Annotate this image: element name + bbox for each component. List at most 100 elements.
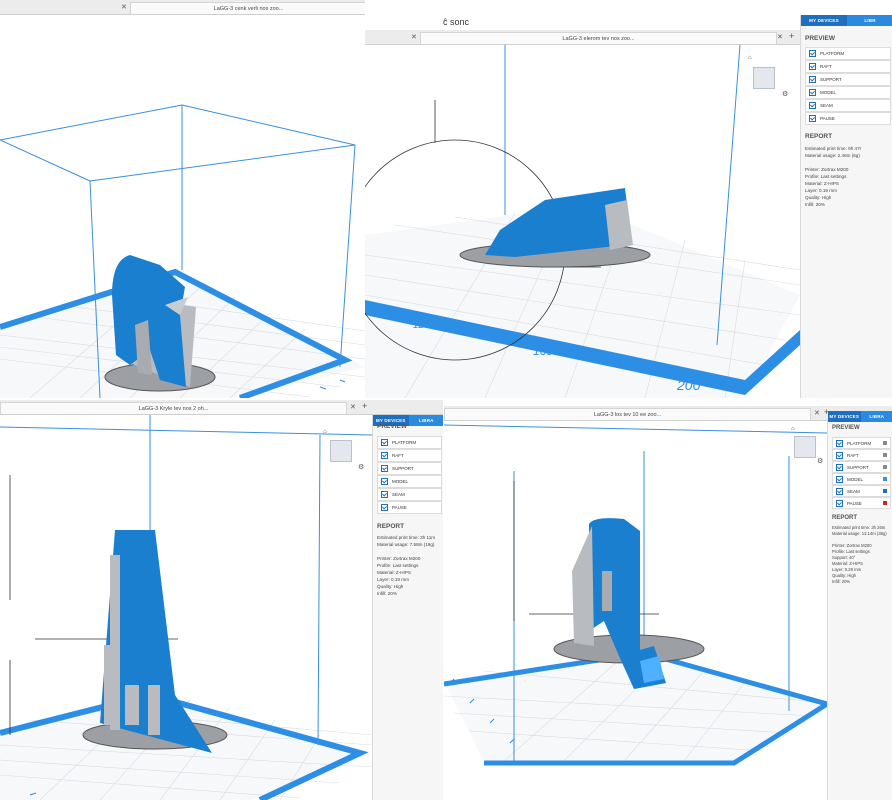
home-icon[interactable]: ⌂ — [323, 429, 327, 435]
report-line: Printer: Zortrax M200 — [377, 556, 421, 561]
checkbox-model[interactable]: MODEL — [805, 86, 891, 99]
scene — [0, 104, 365, 398]
checkbox-raft[interactable]: RAFT — [805, 60, 891, 73]
tab-bar: ✕ LaGG-3 cenk verli nos zoo... — [0, 0, 365, 15]
checkbox-icon — [836, 463, 843, 471]
tab-library[interactable]: LIBRA — [860, 411, 892, 422]
report-line: Material usage: 7.58m (19g) — [377, 542, 435, 547]
report-line: Profile: Last settings — [377, 563, 419, 568]
checkbox-support[interactable]: SUPPORT — [805, 73, 891, 86]
document-tab[interactable]: LaGG-3 Kryle tev nos 2 oh... — [0, 402, 347, 414]
checkbox-label: RAFT — [392, 453, 404, 458]
checkbox-support[interactable]: SUPPORT — [377, 462, 442, 475]
report-line: Material: Z-HIPS — [377, 570, 411, 575]
axis-label-120: 120 — [413, 320, 430, 331]
scene — [444, 424, 827, 766]
panel-bottom-right: LaGG-3 los tev 10 ee zoo... ✕ + ⌂ ⚙ MY D… — [444, 406, 892, 800]
checkbox-label: PAUSE — [820, 116, 835, 121]
add-tab-icon[interactable]: + — [362, 401, 367, 411]
view-cube[interactable] — [753, 67, 775, 89]
3d-viewport[interactable]: ⌂ ⚙ — [0, 415, 372, 800]
checkbox-label: PLATFORM — [820, 51, 845, 56]
checkbox-pause[interactable]: PAUSE — [377, 501, 442, 514]
side-panel: MY DEVICES LIBRA PREVIEW PLATFORM RAFT S… — [372, 415, 443, 800]
checkbox-seam[interactable]: SEAM — [377, 488, 442, 501]
view-cube[interactable] — [794, 436, 816, 458]
checkbox-label: SUPPORT — [820, 77, 842, 82]
report-line: Quality: High — [805, 195, 832, 200]
support-column — [602, 571, 612, 611]
report-lines: Estimated print time: 3h 26m Material us… — [832, 525, 891, 585]
document-tab[interactable]: LaGG-3 los tev 10 ee zoo... — [444, 408, 811, 420]
close-icon[interactable]: ✕ — [121, 3, 127, 11]
checkbox-label: MODEL — [820, 90, 837, 95]
side-tabs: MY DEVICES LIBR — [801, 15, 892, 26]
checkbox-pause[interactable]: PAUSE — [832, 497, 891, 509]
gear-icon[interactable]: ⚙ — [817, 457, 823, 465]
tab-my-devices[interactable]: MY DEVICES — [801, 15, 847, 26]
checkbox-label: RAFT — [847, 452, 859, 458]
checkbox-icon — [836, 487, 843, 495]
checkbox-raft[interactable]: RAFT — [377, 449, 442, 462]
checkbox-label: RAFT — [820, 64, 832, 69]
support-structure — [572, 526, 594, 646]
checkbox-platform[interactable]: PLATFORM — [805, 47, 891, 60]
checkbox-label: PLATFORM — [847, 440, 872, 446]
report-line: Layer: 0.19 mm — [805, 188, 837, 193]
report-line — [805, 159, 891, 166]
gear-icon[interactable]: ⚙ — [782, 90, 788, 98]
3d-viewport[interactable]: 120 160 200 ⌂ ⚙ — [365, 45, 800, 398]
checkbox-label: SEAM — [392, 492, 405, 497]
checkbox-support[interactable]: SUPPORT — [832, 461, 891, 473]
panel-top-right: ĉ sonc ✕ LaGG-3 elerom tev nos zoo... ✕ … — [365, 0, 892, 398]
tab-library[interactable]: LIBR — [847, 15, 892, 26]
checkbox-icon — [381, 452, 388, 459]
checkbox-icon — [381, 439, 388, 446]
checkbox-icon — [809, 102, 816, 109]
color-swatch — [883, 501, 887, 505]
document-tab[interactable]: LaGG-3 elerom tev nos zoo... — [420, 32, 777, 44]
view-cube[interactable] — [330, 440, 352, 462]
checkbox-icon — [381, 504, 388, 511]
report-line: Layer: 0.19 mm — [377, 577, 409, 582]
3d-viewport[interactable] — [0, 15, 365, 398]
home-icon[interactable]: ⌂ — [748, 55, 752, 61]
checkbox-platform[interactable]: PLATFORM — [832, 437, 891, 449]
tab-library[interactable]: LIBRA — [408, 415, 443, 426]
tab-my-devices[interactable]: MY DEVICES — [828, 411, 861, 422]
document-tab[interactable]: LaGG-3 cenk verli nos zoo... — [130, 2, 365, 14]
side-panel: MY DEVICES LIBRA PREVIEW PLATFORM RAFT S… — [827, 411, 892, 800]
report-line: Quality: High — [377, 584, 404, 589]
checkbox-seam[interactable]: SEAM — [832, 485, 891, 497]
top-text: ĉ sonc — [443, 17, 470, 27]
checkbox-icon — [836, 475, 843, 483]
close-tab-icon[interactable]: ✕ — [814, 409, 820, 417]
report-line: Estimated print time: 9h 47r — [805, 146, 862, 151]
checkbox-icon — [809, 89, 816, 96]
color-swatch — [883, 441, 887, 445]
checkbox-label: PAUSE — [847, 500, 862, 506]
report-line: Printer: Zortrax M200 — [805, 167, 849, 172]
checkbox-icon — [381, 465, 388, 472]
3d-viewport[interactable]: ⌂ ⚙ — [444, 421, 827, 800]
checkbox-label: MODEL — [847, 476, 864, 482]
checkbox-seam[interactable]: SEAM — [805, 99, 891, 112]
close-icon[interactable]: ✕ — [411, 33, 417, 41]
checkbox-platform[interactable]: PLATFORM — [377, 436, 442, 449]
report-title: REPORT — [832, 515, 858, 521]
checkbox-raft[interactable]: RAFT — [832, 449, 891, 461]
report-line: Profile: Last settings — [805, 174, 847, 179]
home-icon[interactable]: ⌂ — [791, 426, 795, 432]
report-lines: Estimated print time: 3h 11m Material us… — [377, 534, 442, 597]
close-tab-icon[interactable]: ✕ — [350, 403, 356, 411]
preview-title: PREVIEW — [377, 423, 407, 430]
gear-icon[interactable]: ⚙ — [358, 463, 364, 471]
checkbox-model[interactable]: MODEL — [832, 473, 891, 485]
add-tab-icon[interactable]: + — [789, 31, 794, 41]
view-cube-face — [794, 436, 816, 458]
close-tab-icon[interactable]: ✕ — [777, 33, 783, 41]
preview-title: PREVIEW — [832, 425, 860, 431]
axis-label-200: 200 — [676, 377, 701, 393]
checkbox-pause[interactable]: PAUSE — [805, 112, 891, 125]
checkbox-model[interactable]: MODEL — [377, 475, 442, 488]
